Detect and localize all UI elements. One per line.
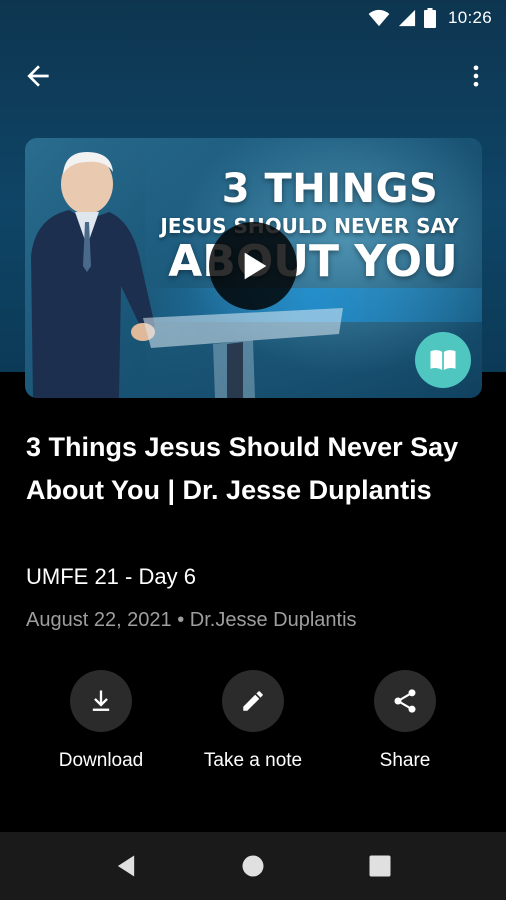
action-row: Download Take a note Share <box>0 670 506 780</box>
play-icon <box>244 252 267 280</box>
battery-icon <box>423 8 436 28</box>
pencil-icon <box>243 691 263 711</box>
signal-icon <box>398 9 416 27</box>
status-bar: 10:26 <box>0 0 506 36</box>
share-button[interactable]: Share <box>330 670 480 772</box>
more-vert-icon <box>473 65 479 87</box>
nav-back-icon <box>117 855 135 877</box>
sermon-series: UMFE 21 - Day 6 <box>26 564 196 589</box>
more-options-button[interactable] <box>462 60 490 92</box>
share-label: Share <box>379 750 431 771</box>
download-label: Download <box>58 750 144 771</box>
thumbnail-title-line3: ABOUT YOU <box>168 236 458 287</box>
status-time: 10:26 <box>447 8 492 27</box>
video-thumbnail[interactable]: 3 THINGS JESUS SHOULD NEVER SAY ABOUT YO… <box>25 138 482 398</box>
take-note-button[interactable]: Take a note <box>178 670 328 772</box>
sermon-meta: August 22, 2021 • Dr.Jesse Duplantis <box>26 609 357 631</box>
podium <box>143 308 343 398</box>
take-note-circle <box>222 670 284 732</box>
nav-back-button[interactable] <box>112 852 140 880</box>
nav-home-button[interactable] <box>239 852 267 880</box>
system-nav-bar <box>0 832 506 900</box>
book-icon <box>430 350 456 370</box>
thumbnail-title-line2: JESUS SHOULD NEVER SAY <box>160 214 459 238</box>
back-button[interactable] <box>22 60 54 92</box>
take-note-label: Take a note <box>203 750 303 771</box>
nav-home-icon <box>242 855 264 877</box>
nav-recents-button[interactable] <box>366 852 394 880</box>
download-circle <box>70 670 132 732</box>
share-icon <box>394 689 416 713</box>
download-icon <box>92 690 110 711</box>
thumbnail-title-line1: 3 THINGS <box>221 166 439 212</box>
nav-recents-icon <box>369 855 391 877</box>
download-button[interactable]: Download <box>26 670 176 772</box>
sermon-title: 3 Things Jesus Should Never Say About Yo… <box>26 432 459 505</box>
play-button[interactable] <box>209 222 297 310</box>
back-arrow-icon <box>27 65 49 87</box>
notes-book-button[interactable] <box>415 332 471 388</box>
share-circle <box>374 670 436 732</box>
app-bar <box>0 50 506 98</box>
wifi-icon <box>368 9 390 27</box>
